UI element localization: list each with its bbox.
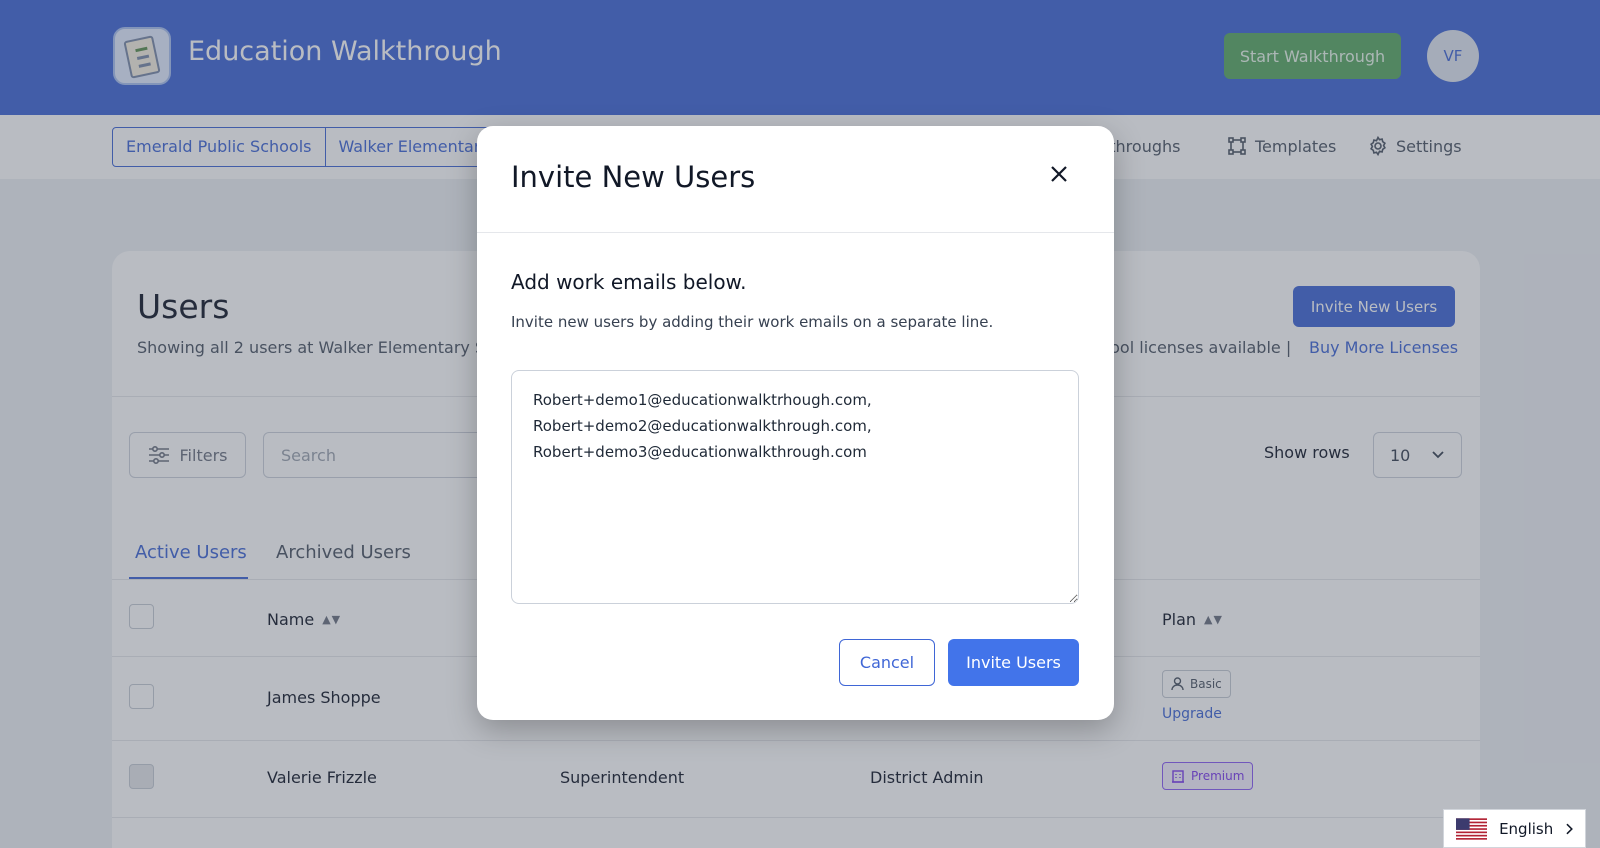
us-flag-icon (1456, 817, 1488, 840)
invite-users-modal: Invite New Users Add work emails below. … (477, 126, 1114, 720)
close-icon (1051, 166, 1067, 182)
modal-description: Invite new users by adding their work em… (511, 313, 994, 331)
divider (477, 232, 1114, 233)
modal-heading: Add work emails below. (511, 270, 747, 294)
language-label: English (1499, 819, 1554, 838)
emails-textarea[interactable] (511, 370, 1079, 604)
cancel-button[interactable]: Cancel (839, 639, 935, 686)
language-selector[interactable]: English (1443, 809, 1586, 848)
modal-title: Invite New Users (511, 160, 756, 194)
close-button[interactable] (1043, 158, 1075, 190)
chevron-right-icon (1566, 823, 1573, 834)
invite-users-button[interactable]: Invite Users (948, 639, 1079, 686)
